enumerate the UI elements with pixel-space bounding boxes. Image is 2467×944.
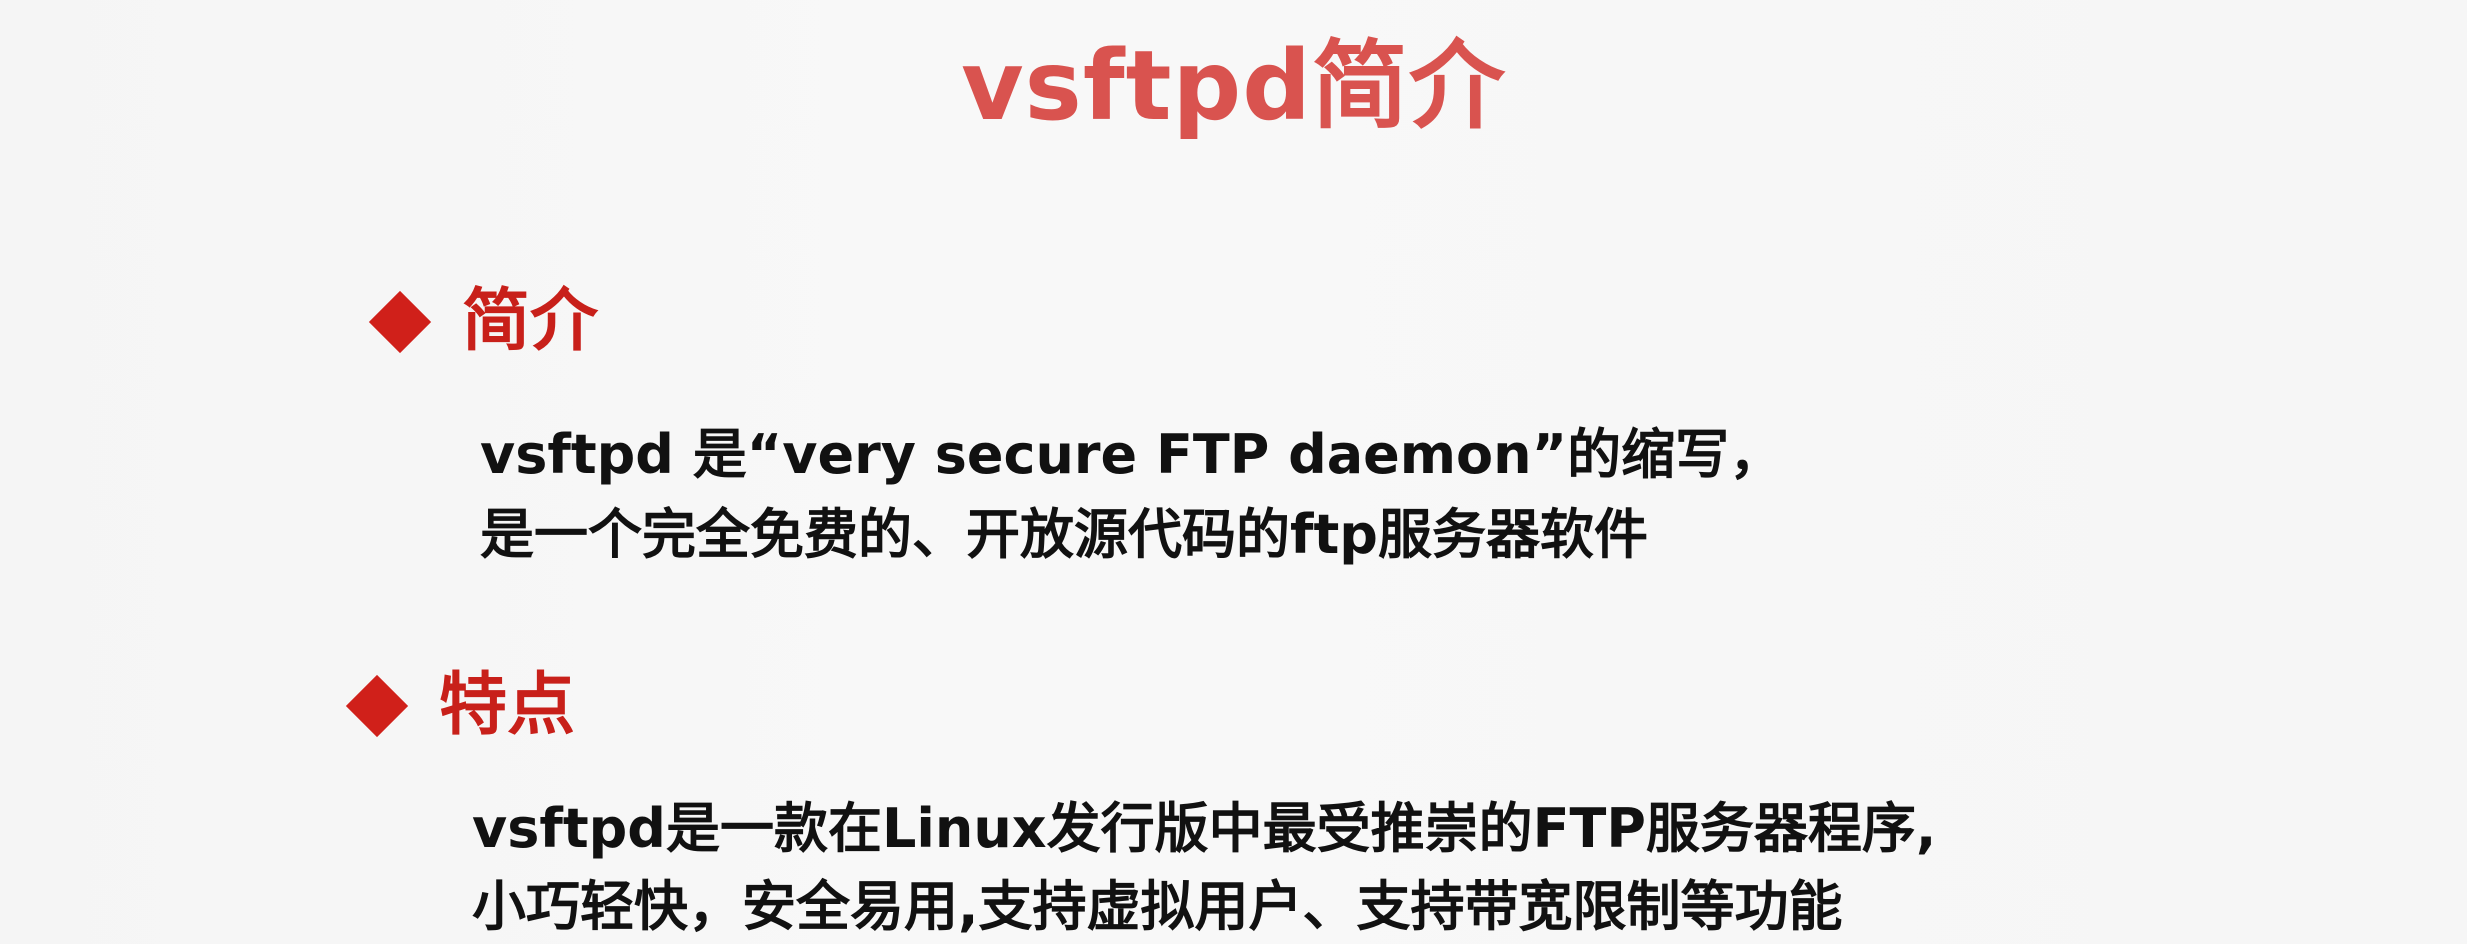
section-heading-features: 特点	[439, 666, 576, 745]
features-line-1: vsftpd是一款在Linux发行版中最受推崇的FTP服务器程序,	[472, 797, 1937, 860]
section-features: 特点	[345, 666, 576, 745]
slide: vsftpd简介 简介 vsftpd 是“very secure FTP dae…	[0, 0, 2467, 944]
section-intro: 简介	[368, 282, 599, 361]
diamond-bullet-icon	[368, 290, 432, 354]
section-heading-intro: 简介	[462, 282, 599, 361]
features-line-2: 小巧轻快，安全易用,支持虚拟用户、支持带宽限制等功能	[472, 875, 1843, 938]
diamond-bullet-icon	[345, 674, 409, 738]
slide-title: vsftpd简介	[961, 30, 1506, 142]
intro-line-2: 是一个完全免费的、开放源代码的ftp服务器软件	[480, 503, 1648, 566]
intro-line-1: vsftpd 是“very secure FTP daemon”的缩写，	[480, 423, 1784, 486]
